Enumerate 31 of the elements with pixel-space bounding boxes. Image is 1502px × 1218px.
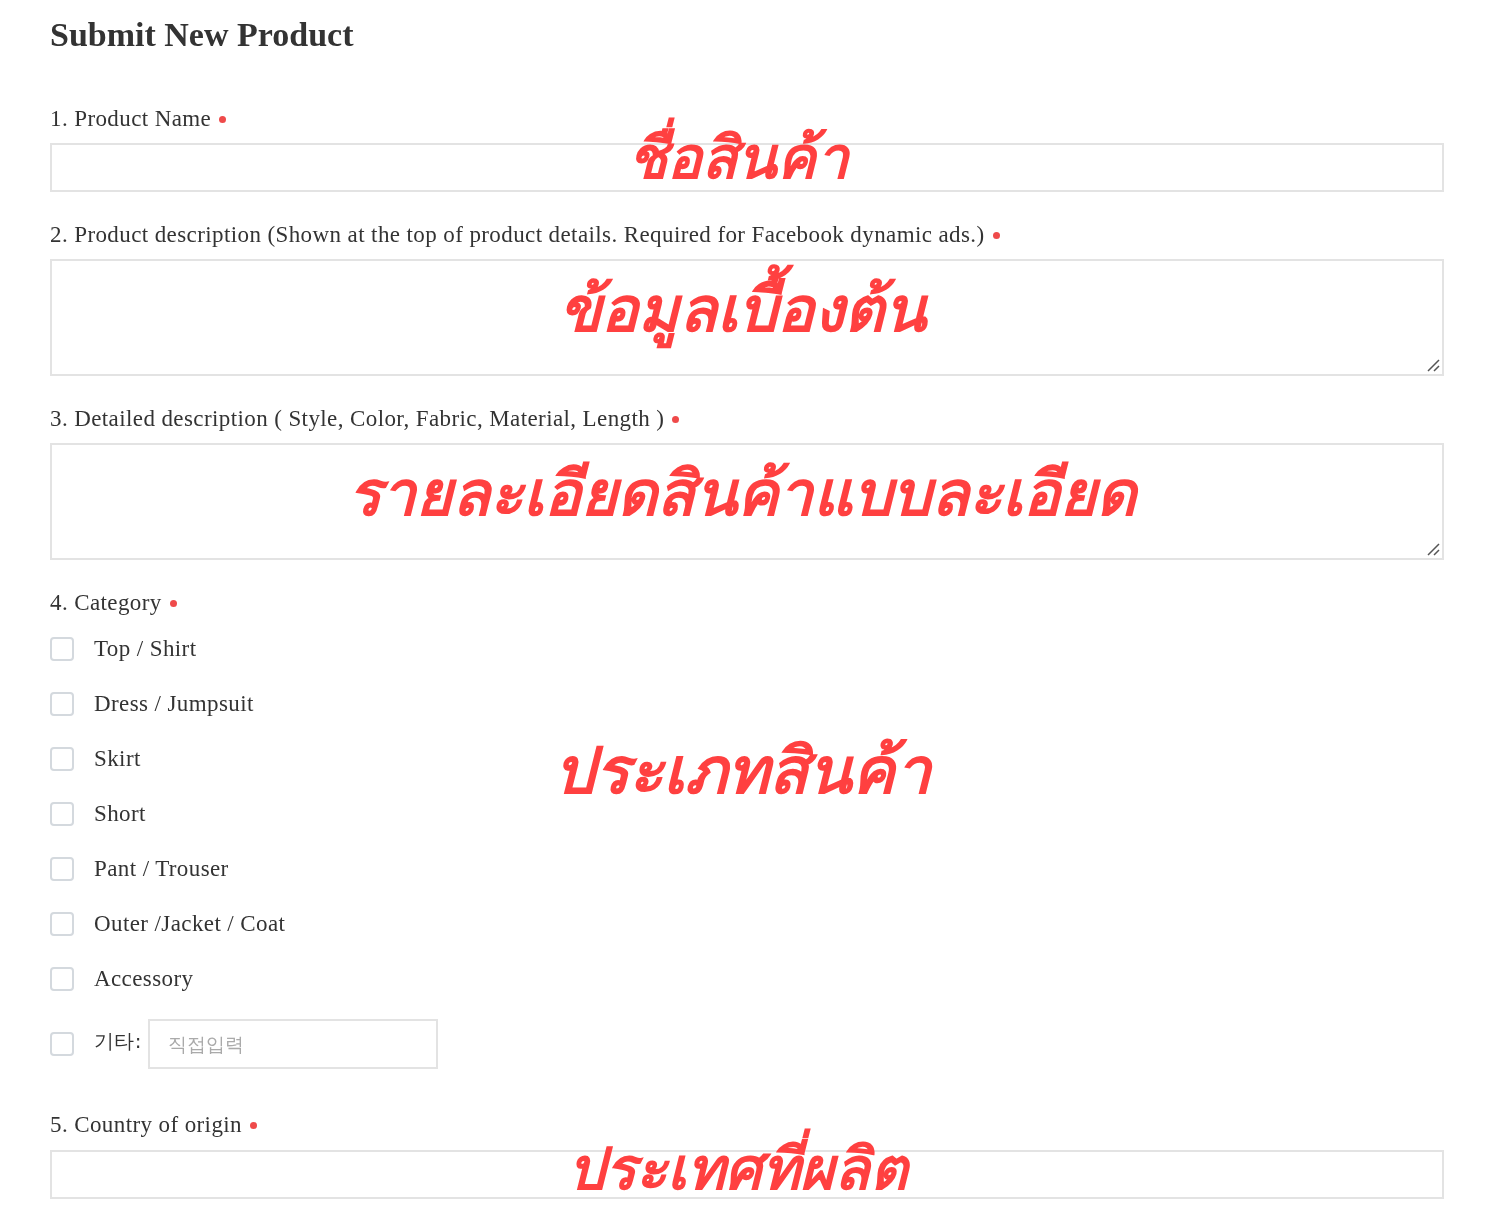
option-label: Skirt <box>94 745 141 772</box>
annotation-text: ชื่อสินค้า <box>622 108 864 208</box>
checkbox[interactable] <box>50 691 74 716</box>
checkbox[interactable] <box>50 1032 74 1056</box>
input-field[interactable]: 직접입력 <box>147 1019 438 1069</box>
annotation-text: ประเทศที่ผลิต <box>562 1119 923 1199</box>
annotation-text: รายละเอียดสินค้าแบบละเอียด <box>347 456 1139 532</box>
resize-handle-icon[interactable] <box>1426 358 1440 372</box>
option-label: Top / Shirt <box>94 635 197 662</box>
field-label: 3. Detailed description ( Style, Color, Fabric, Material, Length ) <box>50 405 665 433</box>
option-label: Pant / Trouser <box>94 855 229 882</box>
option-label: Short <box>94 800 146 827</box>
checkbox[interactable] <box>50 746 74 771</box>
field-label: 4. Category <box>50 589 162 617</box>
checkbox[interactable] <box>50 801 74 826</box>
text-area[interactable] <box>50 443 1444 560</box>
annotation-text: ประเภทสินค้า <box>552 733 934 811</box>
field-label: 5. Country of origin <box>50 1111 242 1139</box>
checkbox[interactable] <box>50 966 74 991</box>
option-label: Outer /Jacket / Coat <box>94 910 286 937</box>
option-label: Accessory <box>94 965 194 992</box>
field-label: 1. Product Name <box>50 105 212 133</box>
field-label: 2. Product description (Shown at the top of product details. Required for Facebook dynamic ads.) <box>50 221 985 249</box>
form-title: Submit New Product <box>50 15 355 55</box>
text-area[interactable] <box>50 259 1444 376</box>
checkbox[interactable] <box>50 636 74 661</box>
option-label: 기타: <box>94 1027 142 1055</box>
checkbox[interactable] <box>50 856 74 881</box>
resize-handle-icon[interactable] <box>1426 542 1440 556</box>
option-label: Dress / Jumpsuit <box>94 690 254 717</box>
checkbox[interactable] <box>50 911 74 936</box>
